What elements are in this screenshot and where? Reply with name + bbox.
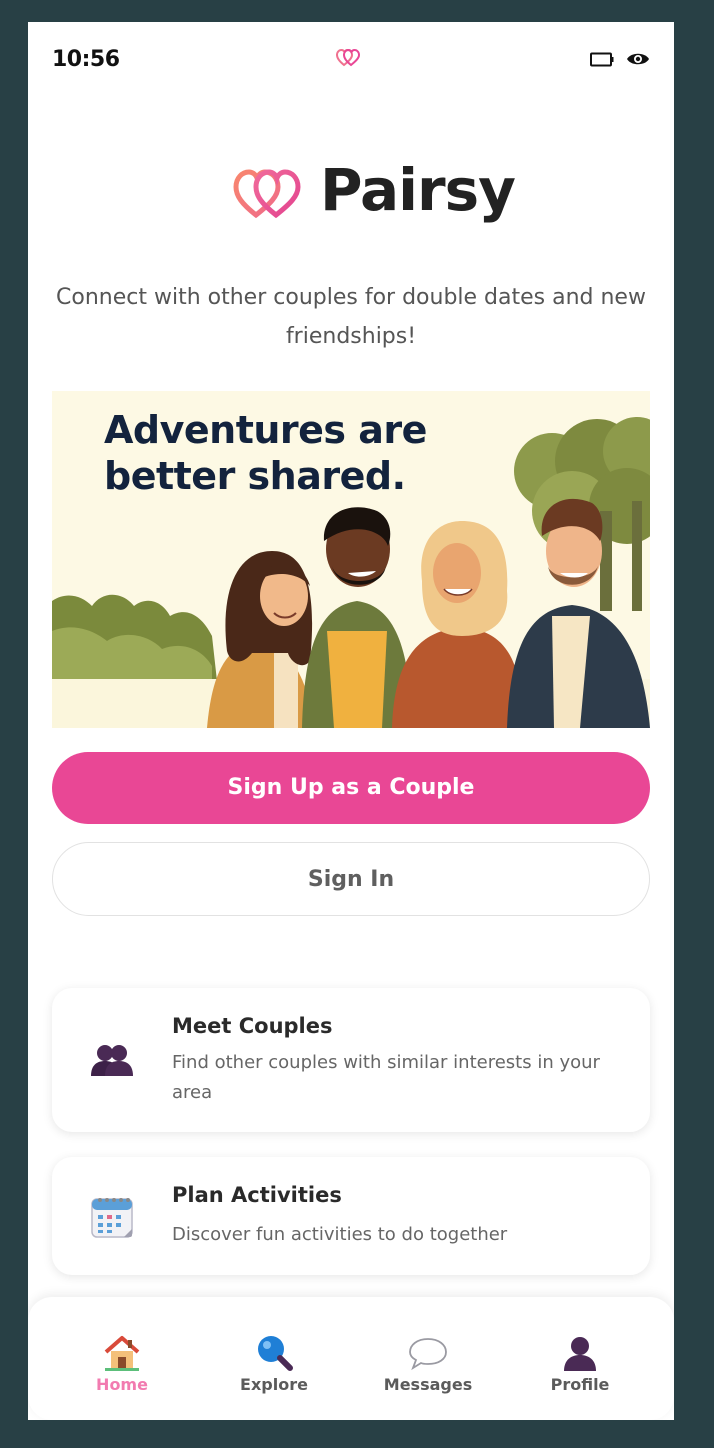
battery-icon [590, 52, 614, 67]
feature-description: Discover fun activities to do together [172, 1224, 508, 1245]
status-time: 10:56 [52, 47, 120, 72]
feature-card-meet-couples[interactable]: Meet Couples Find other couples with sim… [52, 988, 650, 1132]
bottom-nav: Home Explore Messages Profile [28, 1297, 674, 1420]
app-screen: 10:56 Pairsy Connect with other couples … [28, 22, 674, 1420]
app-name: Pairsy [320, 156, 516, 224]
feature-title: Meet Couples [172, 1014, 333, 1038]
nav-item-explore[interactable]: Explore [214, 1333, 334, 1409]
status-bar: 10:56 [28, 22, 674, 98]
magnifier-icon [258, 1336, 293, 1371]
brand-header: Pairsy [214, 140, 516, 244]
double-heart-logo-icon [233, 169, 301, 219]
nav-label-explore: Explore [240, 1375, 308, 1394]
feature-card-plan-activities[interactable]: Plan Activities Discover fun activities … [52, 1157, 650, 1275]
tagline: Connect with other couples for double da… [56, 285, 646, 349]
nav-label-home: Home [96, 1375, 148, 1394]
hero-headline-line2: better shared. [104, 454, 406, 498]
hero-headline-line1: Adventures are [104, 408, 427, 452]
calendar-icon [91, 1198, 133, 1238]
hero-illustration: Adventures are better shared. [52, 391, 650, 728]
nav-item-profile[interactable]: Profile [520, 1333, 640, 1409]
person-icon [564, 1337, 596, 1371]
nav-label-messages: Messages [383, 1375, 473, 1394]
feature-title: Plan Activities [172, 1183, 342, 1207]
heart-icon [336, 48, 360, 67]
home-icon [104, 1336, 140, 1371]
nav-item-home[interactable]: Home [62, 1333, 182, 1409]
couple-icon [91, 1045, 133, 1076]
sign-in-button[interactable]: Sign In [52, 842, 650, 916]
speech-bubble-icon [409, 1338, 447, 1371]
nav-item-messages[interactable]: Messages [368, 1333, 488, 1409]
eye-icon [627, 53, 649, 65]
feature-description: Find other couples with similar interest… [172, 1052, 600, 1103]
sign-up-button[interactable]: Sign Up as a Couple [52, 752, 650, 824]
nav-label-profile: Profile [550, 1375, 610, 1394]
hero-headline: Adventures are better shared. [104, 407, 444, 499]
